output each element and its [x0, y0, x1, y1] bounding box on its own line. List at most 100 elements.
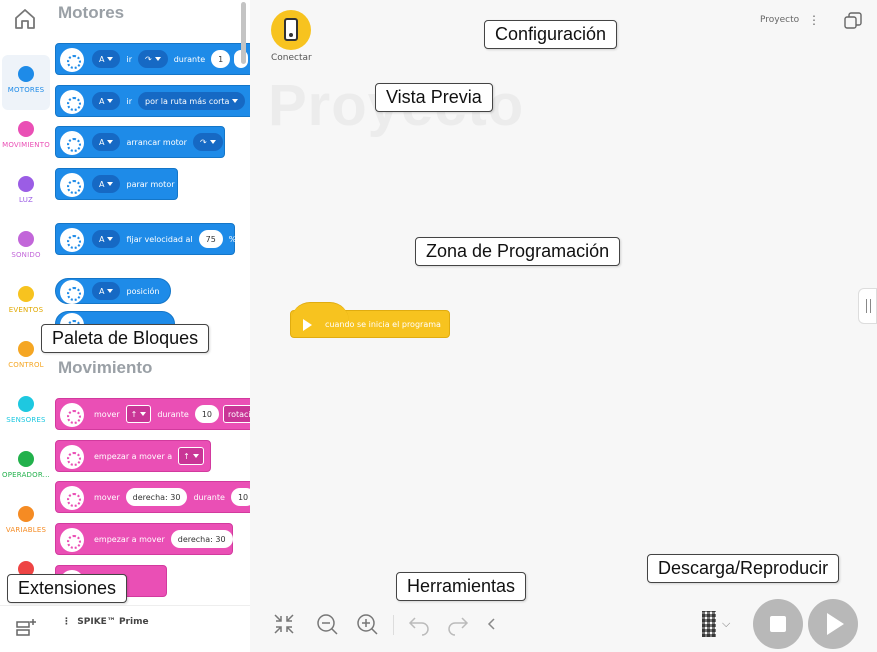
- port-dropdown[interactable]: A: [92, 92, 121, 110]
- category-label: SONIDO: [11, 251, 41, 259]
- steer-input[interactable]: derecha: 30: [125, 488, 188, 506]
- movement-icon: [60, 403, 84, 427]
- block-text: arrancar motor: [126, 137, 187, 147]
- motor-icon: [60, 131, 84, 155]
- motor-icon: [60, 48, 84, 72]
- block-motor-stop[interactable]: A parar motor: [55, 168, 178, 200]
- port-dropdown[interactable]: A: [92, 230, 121, 248]
- sensores-dot-icon: [18, 396, 34, 412]
- motor-icon: [60, 90, 84, 114]
- speed-input[interactable]: 75: [198, 230, 223, 248]
- direction-dropdown[interactable]: ↑: [125, 405, 152, 423]
- play-button[interactable]: [808, 599, 858, 649]
- motor-icon: [60, 228, 84, 252]
- undo-icon[interactable]: [407, 612, 431, 636]
- category-sensores[interactable]: SENSORES: [2, 385, 50, 440]
- port-dropdown[interactable]: A: [92, 175, 121, 193]
- value-input[interactable]: 10: [230, 488, 250, 506]
- category-label: MOVIMIENTO: [2, 141, 50, 149]
- block-text: empezar a mover: [94, 534, 165, 544]
- center-icon[interactable]: [272, 612, 296, 636]
- movement-icon: [60, 445, 84, 469]
- category-label: LUZ: [19, 196, 33, 204]
- hub-name-label: SPIKE™ Prime: [77, 617, 149, 627]
- block-text: fijar velocidad al: [126, 234, 193, 244]
- redo-icon[interactable]: [446, 612, 470, 636]
- port-dropdown[interactable]: A: [92, 50, 121, 68]
- port-value: A: [99, 137, 105, 147]
- block-start-moving[interactable]: empezar a mover a ↑: [55, 440, 211, 472]
- block-text: cuando se inicia el programa: [325, 319, 441, 329]
- value-input[interactable]: 1: [211, 50, 231, 68]
- direction-dropdown[interactable]: ↷: [138, 50, 168, 68]
- hub-type-menu[interactable]: ⋮ SPIKE™ Prime: [62, 617, 149, 627]
- category-label: SENSORES: [6, 416, 46, 424]
- app-window: MOTORES MOVIMIENTO LUZ SONIDO EVENTOS CO…: [0, 0, 877, 652]
- port-value: A: [99, 54, 105, 64]
- category-luz[interactable]: LUZ: [2, 165, 50, 220]
- movement-icon: [60, 486, 84, 510]
- callout-zona-programacion: Zona de Programación: [415, 237, 621, 266]
- block-text: mover: [94, 492, 120, 502]
- category-motores[interactable]: MOTORES: [2, 55, 50, 110]
- block-text: ir: [126, 54, 132, 64]
- steer-input[interactable]: derecha: 30: [170, 530, 233, 548]
- category-movimiento[interactable]: MOVIMIENTO: [2, 110, 50, 165]
- block-text: %: [228, 234, 237, 244]
- event-start-block[interactable]: cuando se inicia el programa: [290, 302, 450, 338]
- window-toggle-icon[interactable]: [844, 12, 862, 30]
- luz-dot-icon: [18, 176, 34, 192]
- block-text: durante: [193, 492, 225, 502]
- port-value: A: [99, 234, 105, 244]
- block-palette: Motores A ir ↷ durante 1 A ir por la rut…: [52, 0, 250, 605]
- block-motor-go-to[interactable]: A ir por la ruta más corta: [55, 85, 250, 117]
- block-motor-position[interactable]: A posición: [55, 278, 171, 304]
- eventos-dot-icon: [18, 286, 34, 302]
- category-sonido[interactable]: SONIDO: [2, 220, 50, 275]
- category-label: OPERADOR...: [2, 471, 50, 479]
- block-move-for[interactable]: mover ↑ durante 10 rotacio: [55, 398, 250, 430]
- category-variables[interactable]: VARIABLES: [2, 495, 50, 550]
- project-menu[interactable]: Proyecto: [760, 15, 799, 25]
- block-text: posición: [126, 286, 160, 296]
- block-move-steer[interactable]: mover derecha: 30 durante 10: [55, 481, 250, 513]
- add-extension-icon[interactable]: [14, 616, 38, 640]
- stop-button[interactable]: [753, 599, 803, 649]
- movement-icon: [60, 528, 84, 552]
- category-label: VARIABLES: [5, 526, 47, 534]
- panel-collapse-handle[interactable]: [858, 288, 877, 324]
- route-dropdown[interactable]: por la ruta más corta: [138, 92, 246, 110]
- zoom-in-icon[interactable]: [355, 612, 379, 636]
- value-input[interactable]: 10: [194, 405, 219, 423]
- direction-dropdown[interactable]: ↷: [192, 133, 223, 151]
- block-motor-run-for[interactable]: A ir ↷ durante 1: [55, 43, 250, 75]
- operadores-dot-icon: [18, 451, 34, 467]
- callout-vista-previa: Vista Previa: [375, 83, 493, 112]
- block-text: empezar a mover a: [94, 451, 173, 461]
- hub-matrix-icon[interactable]: [702, 611, 716, 637]
- route-value: por la ruta más corta: [145, 96, 230, 106]
- play-icon: [303, 319, 312, 331]
- connect-button[interactable]: [271, 10, 311, 50]
- block-text: mover: [94, 409, 120, 419]
- chevron-left-icon[interactable]: [480, 612, 504, 636]
- home-icon[interactable]: [12, 6, 38, 32]
- zoom-out-icon[interactable]: [315, 612, 339, 636]
- block-motor-set-speed[interactable]: A fijar velocidad al 75 %: [55, 223, 237, 255]
- callout-descarga-reproducir: Descarga/Reproducir: [647, 554, 840, 583]
- more-options-icon[interactable]: ⋮: [808, 13, 820, 27]
- unit-dropdown[interactable]: rotacio: [223, 405, 250, 423]
- palette-scrollbar[interactable]: [241, 2, 246, 64]
- block-motor-start[interactable]: A arrancar motor ↷: [55, 126, 225, 158]
- chevron-down-icon[interactable]: ⌵: [722, 617, 730, 631]
- category-operadores[interactable]: OPERADOR...: [2, 440, 50, 495]
- port-dropdown[interactable]: A: [92, 282, 121, 300]
- direction-dropdown[interactable]: ↑: [178, 447, 204, 465]
- callout-herramientas: Herramientas: [396, 572, 527, 601]
- category-eventos[interactable]: EVENTOS: [2, 275, 50, 330]
- hub-phone-icon: [284, 18, 298, 41]
- motor-icon: [60, 173, 84, 197]
- callout-extensiones: Extensiones: [7, 574, 128, 603]
- port-dropdown[interactable]: A: [92, 133, 121, 151]
- block-start-moving-steer[interactable]: empezar a mover derecha: 30: [55, 523, 233, 555]
